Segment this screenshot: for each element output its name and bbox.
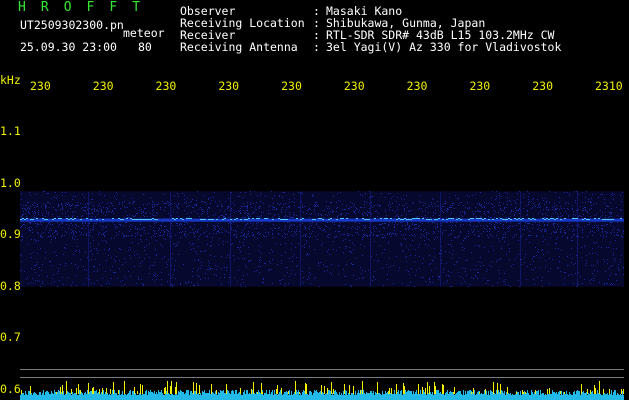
x-tick-label: 230: [281, 80, 302, 92]
date-time: 25.09.30 23:00: [20, 40, 117, 54]
reference-line: [20, 369, 624, 370]
antenna-value: 3el Yagi(V) Az 330 for Vladivostok: [326, 40, 562, 54]
vertical-streak: [520, 191, 521, 287]
spectrogram-plot: [20, 96, 624, 400]
mode-label: meteor: [123, 26, 165, 40]
spectrogram-svg: [20, 191, 624, 400]
x-tick-label: 230: [469, 80, 491, 92]
vertical-streak: [440, 191, 441, 287]
x-tick-label: 230: [92, 80, 114, 92]
y-tick-label: 1.1: [0, 124, 21, 139]
y-tick-label: 0.6: [0, 381, 21, 396]
info-separator: :: [313, 40, 320, 54]
vertical-streak: [170, 191, 171, 287]
vertical-streak: [370, 191, 371, 287]
x-tick-label: 230: [406, 80, 428, 92]
antenna-label: Receiving Antenna: [180, 40, 298, 54]
y-tick-label: 0.8: [0, 278, 21, 293]
vertical-streak: [88, 191, 89, 287]
file-name: UT2509302300.pn: [20, 18, 124, 32]
x-tick-label: 230: [343, 80, 365, 92]
y-tick-label: 0.7: [0, 330, 21, 345]
y-tick-label: 1.0: [0, 175, 21, 190]
vertical-streak: [300, 191, 301, 287]
x-tick-label: 230: [218, 80, 240, 92]
x-tick-label: 230: [155, 80, 177, 92]
brand-title: H R O F F T: [18, 0, 144, 15]
reference-line: [20, 377, 624, 378]
detection-count: 80: [138, 40, 152, 54]
x-tick-label: 2310: [595, 80, 623, 92]
signal-band: [20, 191, 624, 287]
spectrogram-window: H R O F F T UT2509302300.pn meteor 25.09…: [0, 0, 629, 400]
x-tick-label: 230: [30, 80, 51, 92]
x-tick-label: 230: [532, 80, 553, 92]
vertical-streak: [577, 191, 578, 287]
y-tick-label: 0.9: [0, 227, 21, 242]
y-axis-unit-label: kHz: [0, 73, 21, 87]
vertical-streak: [230, 191, 231, 287]
